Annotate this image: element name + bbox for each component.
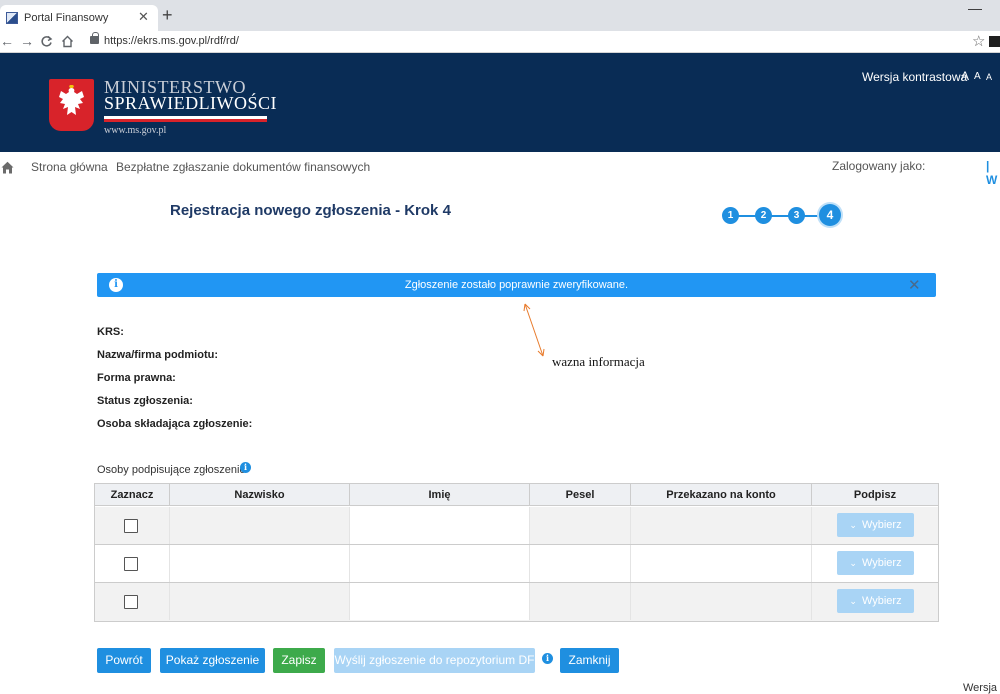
- forward-icon[interactable]: →: [20, 33, 34, 49]
- window-minimize-icon[interactable]: —: [968, 0, 982, 16]
- breadcrumb: Strona główna Bezpłatne zgłaszanie dokum…: [0, 152, 1000, 187]
- extension-icon[interactable]: [989, 36, 1000, 47]
- browser-address-bar: ← → https://ekrs.ms.gov.pl/rdf/rd/ ☆: [0, 31, 1000, 53]
- new-tab-icon[interactable]: +: [162, 5, 173, 26]
- step-3: 3: [788, 207, 805, 224]
- close-button[interactable]: Zamknij: [560, 648, 619, 673]
- back-icon[interactable]: ←: [0, 33, 14, 49]
- breadcrumb-current[interactable]: Bezpłatne zgłaszanie dokumentów finansow…: [116, 160, 370, 174]
- table-row: ⌄ Wybierz: [95, 583, 938, 621]
- logo-url-text: www.ms.gov.pl: [104, 125, 167, 136]
- pesel-cell: [530, 583, 631, 620]
- home-browser-icon[interactable]: [61, 35, 74, 48]
- save-button[interactable]: Zapisz: [273, 648, 325, 673]
- logged-in-label: Zalogowany jako:: [832, 159, 926, 173]
- step-4-active: 4: [819, 204, 841, 226]
- pesel-cell: [530, 545, 631, 582]
- surname-cell: [170, 583, 350, 620]
- surname-cell: [170, 545, 350, 582]
- name-cell: [350, 507, 530, 544]
- bookmark-star-icon[interactable]: ☆: [972, 32, 985, 50]
- signers-label: Osoby podpisujące zgłoszenie: [97, 464, 246, 476]
- col-header-pesel: Pesel: [530, 484, 631, 506]
- col-header-transferred: Przekazano na konto: [631, 484, 812, 506]
- browser-tab[interactable]: Portal Finansowy ✕: [0, 5, 158, 31]
- logo-stripe-red: [104, 119, 267, 122]
- signers-table: Zaznacz Nazwisko Imię Pesel Przekazano n…: [94, 483, 939, 622]
- chevron-down-icon: ⌄: [849, 558, 857, 568]
- site-header: MINISTERSTWO SPRAWIEDLIWOŚCI www.ms.gov.…: [0, 53, 1000, 152]
- send-info-icon[interactable]: i: [542, 653, 553, 664]
- select-signer-button[interactable]: ⌄ Wybierz: [837, 551, 914, 575]
- field-krs-label: KRS:: [97, 326, 124, 338]
- alert-text: Zgłoszenie zostało poprawnie zweryfikowa…: [404, 279, 629, 291]
- version-footer-text: Wersja: [963, 682, 998, 694]
- field-legal-form-label: Forma prawna:: [97, 372, 176, 384]
- field-submitter-label: Osoba składająca zgłoszenie:: [97, 418, 253, 430]
- show-submission-button[interactable]: Pokaż zgłoszenie: [160, 648, 265, 673]
- col-header-select: Zaznacz: [95, 484, 170, 506]
- browser-tab-bar: Portal Finansowy ✕ + —: [0, 0, 1000, 31]
- font-size-medium-link[interactable]: A: [974, 71, 981, 82]
- polish-emblem-icon: [49, 79, 94, 131]
- info-icon: i: [109, 278, 123, 292]
- table-row: ⌄ Wybierz: [95, 545, 938, 583]
- breadcrumb-home-link[interactable]: Strona główna: [31, 160, 108, 174]
- select-cell: [95, 507, 170, 544]
- row-checkbox[interactable]: [124, 519, 138, 533]
- step-indicator: 1 2 3 4: [720, 204, 844, 228]
- select-cell: [95, 545, 170, 582]
- col-header-name: Imię: [350, 484, 530, 506]
- surname-cell: [170, 507, 350, 544]
- white-eagle-icon: [59, 85, 84, 115]
- font-size-large-link[interactable]: A: [961, 69, 969, 83]
- contrast-version-link[interactable]: Wersja kontrastowa: [862, 70, 967, 84]
- font-size-small-link[interactable]: A: [986, 72, 992, 82]
- send-to-repository-button[interactable]: Wyślij zgłoszenie do repozytorium DF: [334, 648, 535, 673]
- chevron-down-icon: ⌄: [849, 520, 857, 530]
- success-alert: Zgłoszenie zostało poprawnie zweryfikowa…: [97, 273, 936, 297]
- col-header-surname: Nazwisko: [170, 484, 350, 506]
- tab-close-icon[interactable]: ✕: [138, 9, 149, 25]
- select-cell: [95, 583, 170, 620]
- portal-favicon-icon: [6, 12, 18, 24]
- table-header: Zaznacz Nazwisko Imię Pesel Przekazano n…: [95, 484, 938, 506]
- row-checkbox[interactable]: [124, 557, 138, 571]
- pesel-cell: [530, 507, 631, 544]
- field-company-name-label: Nazwa/firma podmiotu:: [97, 349, 219, 361]
- select-signer-button[interactable]: ⌄ Wybierz: [837, 589, 914, 613]
- chevron-down-icon: ⌄: [849, 596, 857, 606]
- reload-icon[interactable]: [40, 35, 53, 48]
- lock-icon: [90, 32, 99, 44]
- field-status-label: Status zgłoszenia:: [97, 395, 193, 407]
- step-1: 1: [722, 207, 739, 224]
- tab-title: Portal Finansowy: [24, 12, 109, 24]
- step-2: 2: [755, 207, 772, 224]
- table-row: ⌄ Wybierz: [95, 507, 938, 545]
- home-icon[interactable]: [1, 161, 14, 174]
- row-checkbox[interactable]: [124, 595, 138, 609]
- col-header-sign: Podpisz: [853, 489, 897, 501]
- select-signer-button[interactable]: ⌄ Wybierz: [837, 513, 914, 537]
- transferred-cell: [631, 507, 812, 544]
- annotation-text: wazna informacja: [552, 354, 645, 369]
- url-field[interactable]: https://ekrs.ms.gov.pl/rdf/rd/: [104, 35, 239, 47]
- transferred-cell: [631, 545, 812, 582]
- logo-justice-text: SPRAWIEDLIWOŚCI: [104, 93, 278, 113]
- page-title: Rejestracja nowego zgłoszenia - Krok 4: [170, 202, 451, 219]
- back-button[interactable]: Powrót: [97, 648, 151, 673]
- name-cell: [350, 545, 530, 582]
- logged-in-user-link[interactable]: | W: [986, 159, 1000, 187]
- annotation-arrow-icon: [523, 303, 545, 357]
- name-cell: [350, 583, 530, 620]
- alert-close-icon[interactable]: ✕: [908, 276, 921, 294]
- transferred-cell: [631, 583, 812, 620]
- signers-info-icon[interactable]: i: [240, 462, 251, 473]
